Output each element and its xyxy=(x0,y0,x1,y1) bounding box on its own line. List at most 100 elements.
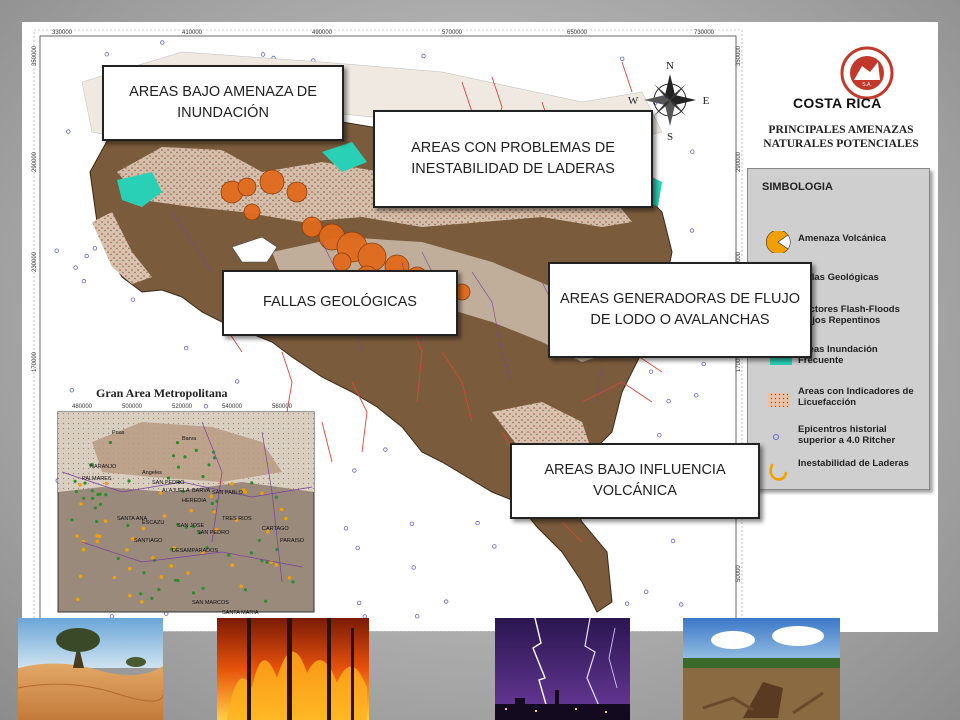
inset-coord-3: 520000 xyxy=(172,404,193,410)
inset-settlement-dot xyxy=(150,596,154,601)
inset-slope-dot xyxy=(151,555,155,560)
inset-slope-dot xyxy=(189,508,194,513)
inset-settlement-dot xyxy=(171,454,176,458)
inset-settlement-dot xyxy=(104,493,108,497)
logo-text: S.A. xyxy=(862,82,871,88)
inset-slope-dot xyxy=(140,600,144,604)
coord-right-2: 290000 xyxy=(736,151,742,172)
inset-settlement-dot xyxy=(74,490,78,494)
inset-settlement-dot xyxy=(95,519,99,523)
inset-place-label: BARVA xyxy=(192,488,210,494)
inset-place-label: Angeles xyxy=(142,470,162,476)
epicenter-icon xyxy=(773,434,779,440)
legend-label: Areas con Indicadores de Licuefacción xyxy=(798,386,914,408)
volcanic-zone xyxy=(237,177,257,197)
coord-top-4: 570000 xyxy=(442,30,463,36)
volcanic-zone xyxy=(332,252,352,272)
inset-place-label: PALMARES xyxy=(82,476,112,482)
inset-slope-dot xyxy=(95,539,100,544)
coord-top-3: 490000 xyxy=(312,30,333,36)
deforestation-photo xyxy=(683,618,840,720)
inset-slope-dot xyxy=(162,514,167,518)
volcanic-zone xyxy=(286,181,308,203)
inset-slope-dot xyxy=(284,516,288,521)
callout-flood: AREAS BAJO AMENAZA DE INUNDACIÓN xyxy=(102,65,344,141)
inset-slope-dot xyxy=(79,502,83,506)
inset-slope-dot xyxy=(95,533,99,538)
inset-settlement-dot xyxy=(227,553,231,557)
inset-settlement-dot xyxy=(175,441,180,445)
inset-settlement-dot xyxy=(183,455,187,459)
inset-place-label: SAN JOSE xyxy=(177,523,205,529)
legend-item-volcanic: Amenaza Volcánica xyxy=(748,225,931,259)
agency-logo: S.A. xyxy=(840,46,894,100)
inset-place-label: SAN MARCOS xyxy=(192,600,229,606)
inset-slope-dot xyxy=(269,560,274,564)
inset-settlement-dot xyxy=(108,440,112,445)
inset-settlement-dot xyxy=(243,588,247,592)
inset-settlement-dot xyxy=(264,599,268,603)
inset-place-label: SANTA MARIA xyxy=(222,610,259,616)
inset-settlement-dot xyxy=(191,591,196,595)
inset-place-label: ESCAZU xyxy=(142,520,164,526)
inset-place-label: TRES RIOS xyxy=(222,516,252,522)
inset-place-label: SAN PEDRO xyxy=(197,530,230,536)
slope-instability-icon xyxy=(769,463,788,481)
coord-left-4: 170000 xyxy=(32,351,38,372)
inset-slope-dot xyxy=(141,526,146,531)
inset-settlement-dot xyxy=(93,506,97,510)
inset-settlement-dot xyxy=(265,560,269,564)
callout-volcanic: AREAS BAJO INFLUENCIA VOLCÁNICA xyxy=(510,443,760,519)
inset-slope-dot xyxy=(239,584,243,589)
inset-slope-dot xyxy=(274,563,279,567)
inset-settlement-dot xyxy=(250,481,254,485)
inset-settlement-dot xyxy=(139,592,143,596)
inset-slope-dot xyxy=(76,597,80,602)
inset-settlement-dot xyxy=(176,578,180,583)
inset-slope-dot xyxy=(260,491,264,496)
legend-label: Areas Inundación Frecuente xyxy=(798,344,878,366)
callout-faults: FALLAS GEOLÓGICAS xyxy=(222,270,458,336)
coordinate-labels-top: 330000 410000 490000 570000 650000 73000… xyxy=(52,30,715,36)
map-subtitle: PRINCIPALES AMENAZAS NATURALES POTENCIAL… xyxy=(756,124,926,152)
legend-title: SIMBOLOGIA xyxy=(762,181,833,193)
legend-item-epicenters: Epicentros historial superior a 4.0 Ritc… xyxy=(748,421,931,455)
inset-slope-dot xyxy=(279,507,284,512)
inset-settlement-dot xyxy=(157,588,161,592)
inset-place-label: DESAMPARADOS xyxy=(172,548,218,554)
coord-left-1: 350000 xyxy=(32,45,38,66)
inset-settlement-dot xyxy=(90,489,94,493)
coord-right-6: 50000 xyxy=(736,565,742,582)
inset-settlement-dot xyxy=(291,580,295,584)
inset-title: Gran Area Metropolitana xyxy=(96,386,228,400)
inset-settlement-dot xyxy=(194,448,198,452)
inset-place-label: SANTIAGO xyxy=(134,538,163,544)
map-subtitle-line2: NATURALES POTENCIALES xyxy=(763,137,919,150)
inset-place-label: SAN PABLO xyxy=(212,490,243,496)
inset-settlement-dot xyxy=(249,551,253,555)
legend-label: Inestabilidad de Laderas xyxy=(798,458,909,469)
inset-settlement-dot xyxy=(126,523,130,528)
inset-settlement-dot xyxy=(82,496,86,500)
inset-slope-dot xyxy=(128,566,132,571)
coord-top-2: 410000 xyxy=(182,30,203,36)
country-title: COSTA RICA xyxy=(793,95,882,111)
inset-slope-dot xyxy=(169,564,174,568)
inset-place-label: PARAISO xyxy=(280,538,305,544)
wildfire-photo xyxy=(217,618,369,720)
inset-settlement-dot xyxy=(91,496,95,500)
inset-settlement-dot xyxy=(96,492,100,497)
inset-settlement-dot xyxy=(274,495,278,499)
inset-slope-dot xyxy=(287,576,292,580)
compass-s: S xyxy=(667,131,673,143)
liquefaction-icon xyxy=(768,393,790,407)
inset-slope-dot xyxy=(243,490,248,494)
inset-coord-2: 500000 xyxy=(122,404,143,410)
coord-left-2: 290000 xyxy=(32,151,38,172)
legend-label: Epicentros historial superior a 4.0 Ritc… xyxy=(798,424,896,446)
inset-slope-dot xyxy=(81,547,86,552)
inset-settlement-dot xyxy=(201,586,205,590)
inset-map: Poas Barva NARANJO Angeles PALMARES SAN PEDRO… xyxy=(57,404,315,616)
coord-right-1: 350000 xyxy=(736,45,742,66)
inset-slope-dot xyxy=(112,575,117,580)
